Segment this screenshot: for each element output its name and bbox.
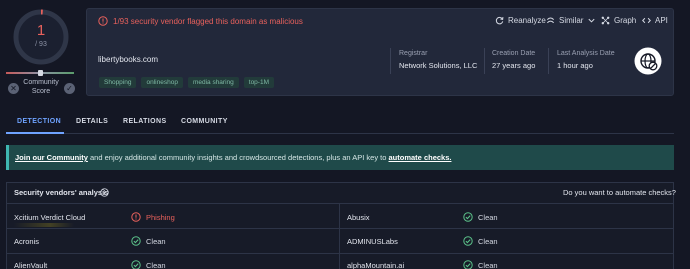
- row-highlight-mark: [14, 223, 74, 227]
- banner-body-text: and enjoy additional community insights …: [87, 153, 389, 162]
- meta-divider: [390, 48, 391, 74]
- vendor-name: AlienVault: [14, 261, 48, 269]
- similar-label: Similar: [559, 16, 584, 25]
- registrar-value: Network Solutions, LLC: [399, 61, 478, 70]
- tag-shopping[interactable]: Shopping: [99, 77, 137, 88]
- vendor-verdict-clean: Clean: [131, 260, 166, 269]
- verdict-label: Clean: [146, 236, 166, 246]
- reanalyze-label: Reanalyze: [508, 16, 546, 25]
- upvote-check-icon[interactable]: ✓: [64, 83, 75, 94]
- reanalyze-button[interactable]: Reanalyze: [495, 16, 546, 25]
- join-community-link[interactable]: Join our Community: [15, 153, 88, 162]
- api-label: API: [655, 16, 668, 25]
- alert-circle-icon: [98, 16, 108, 26]
- check-circle-icon: [131, 236, 141, 246]
- table-row-divider: [6, 203, 674, 204]
- tab-community[interactable]: COMMUNITY: [181, 118, 228, 125]
- creation-date-value: 27 years ago: [492, 61, 536, 70]
- graph-button[interactable]: Graph: [601, 16, 636, 25]
- creation-date-label: Creation Date: [492, 50, 536, 57]
- tab-detection[interactable]: DETECTION: [17, 118, 61, 125]
- tab-relations[interactable]: RELATIONS: [123, 118, 167, 125]
- meta-divider: [484, 48, 485, 74]
- vendor-name: alphaMountain.ai: [347, 261, 405, 269]
- community-score-label: Community Score: [20, 78, 62, 96]
- chevron-down-icon: [588, 18, 596, 23]
- automate-checks-link[interactable]: automate checks.: [389, 153, 452, 162]
- vendor-name: Xcitium Verdict Cloud: [14, 213, 86, 222]
- automate-checks-prompt[interactable]: Do you want to automate checks?: [563, 188, 676, 197]
- domain-globe-icon: [634, 47, 662, 75]
- refresh-icon: [495, 16, 504, 25]
- tag-top-1m[interactable]: top-1M: [243, 77, 274, 88]
- active-tab-indicator: [6, 132, 64, 134]
- graph-label: Graph: [614, 16, 637, 25]
- vendors-analysis-title: Security vendors' analysis: [14, 188, 109, 197]
- vendor-verdict-malicious: Phishing: [131, 212, 175, 222]
- table-row-divider: [6, 228, 674, 229]
- verdict-label: Clean: [146, 260, 166, 269]
- info-icon[interactable]: [100, 188, 109, 197]
- api-code-icon: [642, 17, 651, 24]
- table-column-divider: [339, 203, 340, 269]
- downvote-close-icon[interactable]: ✕: [8, 83, 19, 94]
- api-button[interactable]: API: [642, 16, 668, 25]
- vendor-verdict-clean: Clean: [463, 260, 498, 269]
- check-circle-icon: [463, 260, 473, 269]
- malicious-alert-text: 1/93 security vendor flagged this domain…: [113, 17, 303, 26]
- check-circle-icon: [131, 260, 141, 269]
- similar-dropdown[interactable]: Similar: [546, 16, 596, 25]
- verdict-label: Phishing: [146, 212, 175, 222]
- check-circle-icon: [463, 212, 473, 222]
- similar-icon: [547, 17, 554, 24]
- check-circle-icon: [463, 236, 473, 246]
- alert-circle-icon: [131, 212, 141, 222]
- last-analysis-label: Last Analysis Date: [557, 50, 615, 57]
- tab-details[interactable]: DETAILS: [76, 118, 108, 125]
- tag-media-sharing[interactable]: media sharing: [187, 77, 239, 88]
- verdict-label: Clean: [478, 236, 498, 246]
- vendor-verdict-clean: Clean: [463, 212, 498, 222]
- vendor-verdict-clean: Clean: [463, 236, 498, 246]
- meta-divider: [548, 48, 549, 74]
- vendor-name: Acronis: [14, 237, 40, 246]
- detection-total: / 93: [35, 41, 47, 48]
- community-label-line1: Community: [23, 79, 59, 86]
- vendor-name: Abusix: [347, 213, 370, 222]
- graph-icon: [601, 16, 610, 25]
- community-label-line2: Score: [31, 88, 51, 95]
- tag-onlineshop[interactable]: onlineshop: [141, 77, 183, 88]
- last-analysis-value: 1 hour ago: [557, 61, 593, 70]
- verdict-label: Clean: [478, 260, 498, 269]
- table-row-divider: [6, 253, 674, 254]
- community-score-marker: [38, 70, 43, 76]
- domain-tags: Shopping onlineshop media sharing top-1M: [99, 77, 274, 88]
- registrar-label: Registrar: [399, 50, 428, 57]
- verdict-label: Clean: [478, 212, 498, 222]
- vendor-name: ADMINUSLabs: [347, 237, 398, 246]
- tabs-divider: [6, 133, 674, 134]
- community-banner-text: Join our Community and enjoy additional …: [15, 153, 451, 162]
- vendor-verdict-clean: Clean: [131, 236, 166, 246]
- domain-name[interactable]: libertybooks.com: [98, 55, 158, 64]
- detection-count: 1: [36, 22, 46, 39]
